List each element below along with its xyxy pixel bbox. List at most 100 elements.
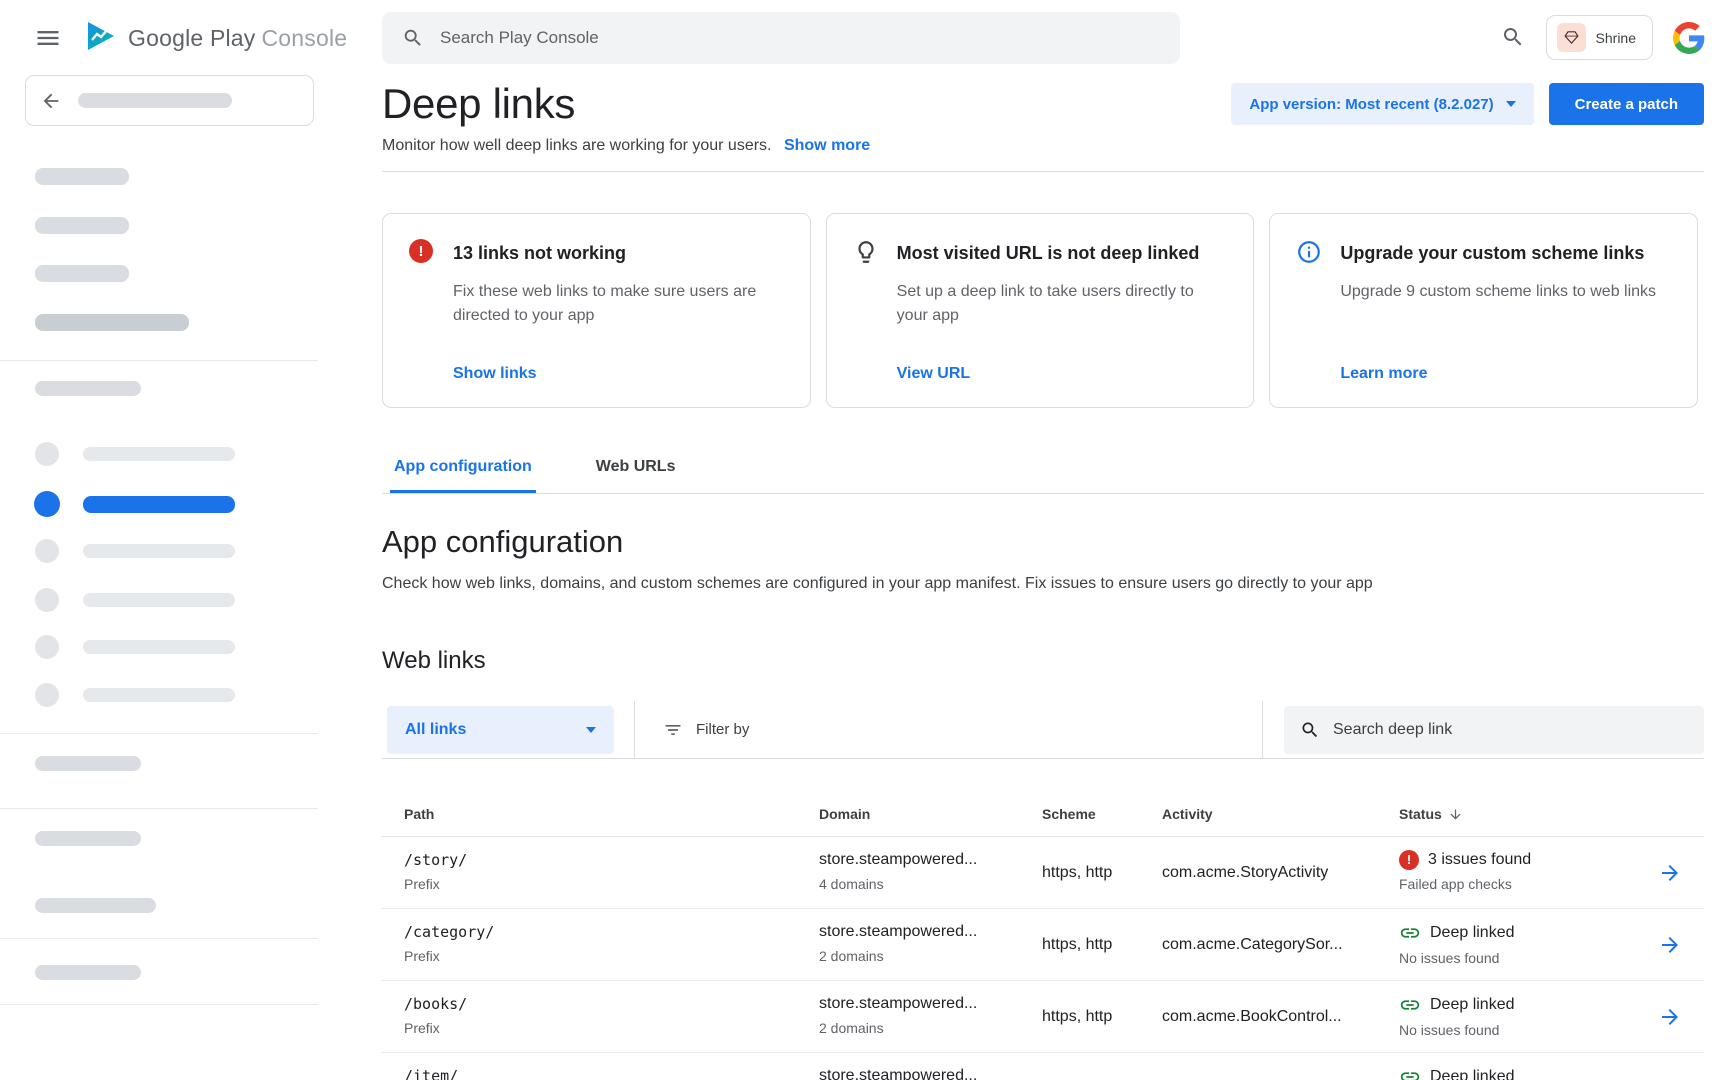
skeleton-bar [35,965,141,980]
domain-value: store.steampowered... [819,922,1042,942]
lightbulb-icon [853,239,879,265]
page-title: Deep links [382,80,575,128]
scheme-value: https, http [1042,864,1162,882]
sort-descending-icon [1448,807,1463,822]
path-type: Prefix [404,875,819,893]
skeleton-circle [35,442,59,466]
links-filter-dropdown[interactable]: All links [387,706,614,754]
back-arrow-icon [40,90,62,112]
card-body: Upgrade 9 custom scheme links to web lin… [1340,280,1662,304]
divider [0,733,318,734]
path-value: /item/ [404,1066,819,1080]
status-value: Deep linked [1430,1067,1515,1080]
table-row[interactable]: /item/ store.steampowered... Deep linked [382,1053,1704,1080]
app-switcher-label: Shrine [1596,30,1636,46]
table-row[interactable]: /books/ Prefix store.steampowered... 2 d… [382,981,1704,1053]
status-detail: No issues found [1399,949,1658,967]
open-row-arrow-icon[interactable] [1658,861,1682,885]
column-header-path: Path [404,806,819,822]
page-subtitle: Monitor how well deep links are working … [382,137,1704,155]
web-links-heading: Web links [382,647,1704,675]
global-search-input[interactable]: Search Play Console [382,12,1180,64]
path-value: /category/ [404,922,819,942]
section-description: Check how web links, domains, and custom… [382,573,1704,595]
tab-app-configuration[interactable]: App configuration [390,445,536,493]
status-value: 3 issues found [1428,850,1531,870]
filter-by-label: Filter by [696,721,749,738]
brand-logo: Google PlayConsole [83,18,347,59]
activity-value: com.acme.BookControl... [1162,1008,1399,1026]
deep-link-search-input[interactable]: Search deep link [1284,706,1704,754]
app-switcher[interactable]: Shrine [1546,15,1653,60]
show-links-link[interactable]: Show links [453,365,537,383]
domain-count: 2 domains [819,947,1042,965]
app-version-dropdown[interactable]: App version: Most recent (8.2.027) [1231,83,1533,125]
skeleton-bar [35,217,129,234]
table-row[interactable]: /story/ Prefix store.steampowered... 4 d… [382,837,1704,909]
links-filter-label: All links [405,721,466,739]
divider [0,1004,318,1005]
search-icon[interactable] [1500,25,1526,51]
error-status-icon: ! [1399,850,1419,870]
domain-count: 2 domains [819,1019,1042,1037]
path-value: /books/ [404,994,819,1014]
show-more-link[interactable]: Show more [784,137,870,154]
divider [634,701,635,759]
card-body: Fix these web links to make sure users a… [453,280,775,328]
divider [0,938,318,939]
topbar: Google PlayConsole Search Play Console S… [0,0,1728,75]
card-body: Set up a deep link to take users directl… [897,280,1219,328]
skeleton-bar [78,93,232,108]
app-version-label: App version: Most recent (8.2.027) [1249,96,1493,113]
filter-by-button[interactable]: Filter by [663,720,749,740]
create-patch-button[interactable]: Create a patch [1549,83,1704,125]
card-title: Most visited URL is not deep linked [897,240,1228,266]
path-type: Prefix [404,947,819,965]
play-console-logo-icon [83,18,119,59]
card-title: Upgrade your custom scheme links [1340,240,1671,266]
open-row-arrow-icon[interactable] [1658,1005,1682,1029]
skeleton-bar [83,544,235,558]
filter-icon [663,720,683,740]
open-row-arrow-icon[interactable] [1658,933,1682,957]
column-header-scheme: Scheme [1042,806,1162,822]
skeleton-bar [83,593,235,607]
google-account-avatar[interactable] [1673,22,1705,54]
scheme-value: https, http [1042,1008,1162,1026]
skeleton-circle [35,539,59,563]
info-icon [1296,239,1322,265]
brand-primary: Google Play [128,25,256,51]
column-header-activity: Activity [1162,806,1399,822]
status-header-label: Status [1399,806,1442,822]
learn-more-link[interactable]: Learn more [1340,365,1427,383]
path-type: Prefix [404,1019,819,1037]
column-header-domain: Domain [819,806,1042,822]
deep-linked-icon [1399,994,1421,1016]
skeleton-bar [35,314,189,331]
card-most-visited-url: Most visited URL is not deep linked Set … [826,213,1255,408]
shrine-app-icon [1557,23,1586,52]
error-icon: ! [409,239,435,265]
selected-item-bar [83,496,235,513]
path-value: /story/ [404,850,819,870]
activity-value: com.acme.CategorySor... [1162,936,1399,954]
skeleton-circle [35,683,59,707]
menu-icon[interactable] [33,24,63,52]
play-console-page: Google PlayConsole Search Play Console S… [0,0,1728,1080]
skeleton-bar [83,688,235,702]
divider [1262,701,1263,759]
column-header-status[interactable]: Status [1399,806,1658,822]
brand-secondary: Console [262,25,348,51]
view-url-link[interactable]: View URL [897,365,971,383]
table-toolbar: All links Filter by Search deep link [382,701,1704,759]
table-row[interactable]: /category/ Prefix store.steampowered... … [382,909,1704,981]
skeleton-bar [35,168,129,185]
skeleton-circle [35,588,59,612]
main-content: Deep links App version: Most recent (8.2… [382,75,1704,1080]
brand-text: Google PlayConsole [128,25,347,52]
header-actions: App version: Most recent (8.2.027) Creat… [1231,83,1704,125]
tab-web-urls[interactable]: Web URLs [592,445,680,493]
divider [0,360,318,361]
domain-value: store.steampowered... [819,850,1042,870]
back-button[interactable] [25,75,314,126]
